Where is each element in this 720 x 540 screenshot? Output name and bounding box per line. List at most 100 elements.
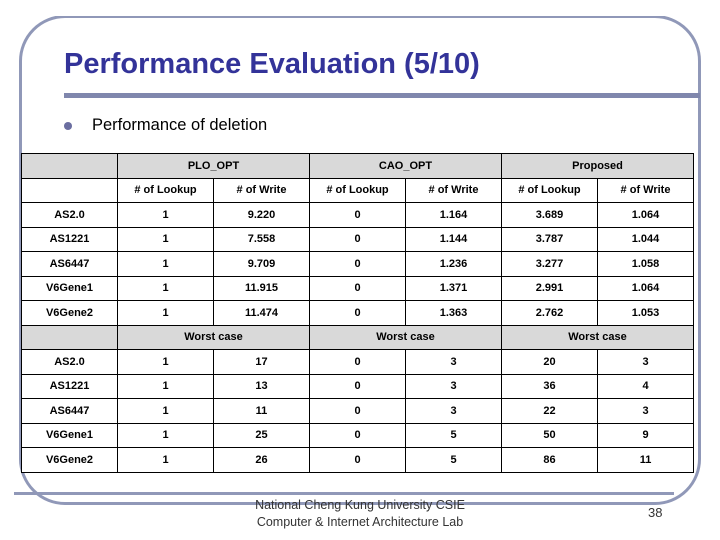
cell-value: 11 — [213, 398, 310, 424]
subheader-cao-write: # of Write — [405, 177, 502, 203]
table-row: AS6447 1 11 0 3 22 3 — [21, 398, 695, 424]
cell-value: 1.144 — [405, 226, 502, 252]
cell-value: 1 — [117, 373, 214, 399]
cell-value: 1.064 — [596, 202, 695, 228]
cell-value: 1 — [117, 349, 214, 375]
group-header-proposed: Proposed — [500, 153, 695, 179]
page-number: 38 — [648, 505, 663, 520]
cell-value: 9.220 — [213, 202, 310, 228]
table-row: AS2.0 1 17 0 3 20 3 — [21, 349, 695, 375]
row-label: V6Gene2 — [21, 447, 118, 473]
table-group-header-row: PLO_OPT CAO_OPT Proposed — [21, 153, 695, 179]
cell-value: 1 — [117, 447, 214, 473]
table-row: AS2.0 1 9.220 0 1.164 3.689 1.064 — [21, 202, 695, 228]
cell-value: 9 — [596, 422, 695, 448]
cell-value: 5 — [405, 447, 502, 473]
cell-value: 0 — [309, 251, 406, 277]
cell-value: 9.709 — [213, 251, 310, 277]
bullet-item-label: Performance of deletion — [92, 116, 268, 134]
table-row: AS1221 1 13 0 3 36 4 — [21, 373, 695, 399]
cell-value: 1.363 — [405, 300, 502, 326]
cell-value: 7.558 — [213, 226, 310, 252]
cell-value: 2.991 — [501, 275, 598, 301]
table-row: V6Gene1 1 11.915 0 1.371 2.991 1.064 — [21, 275, 695, 301]
page-title: Performance Evaluation (5/10) — [64, 48, 480, 80]
cell-value: 1.371 — [405, 275, 502, 301]
frame-mask-top — [0, 0, 720, 16]
cell-value: 0 — [309, 398, 406, 424]
cell-value: 11.915 — [213, 275, 310, 301]
row-label: AS6447 — [21, 251, 118, 277]
cell-value: 3 — [596, 398, 695, 424]
worst-case-corner-cell — [21, 324, 118, 350]
cell-value: 1.044 — [596, 226, 695, 252]
cell-value: 3 — [405, 398, 502, 424]
table-row: V6Gene2 1 26 0 5 86 11 — [21, 447, 695, 473]
cell-value: 20 — [501, 349, 598, 375]
cell-value: 1 — [117, 202, 214, 228]
cell-value: 2.762 — [501, 300, 598, 326]
worst-case-label-cao: Worst case — [309, 324, 502, 350]
row-label: AS2.0 — [21, 349, 118, 375]
row-label: V6Gene2 — [21, 300, 118, 326]
cell-value: 0 — [309, 300, 406, 326]
subheader-proposed-lookup: # of Lookup — [501, 177, 598, 203]
footer-rule — [14, 492, 674, 495]
bullet-item: Performance of deletion — [64, 116, 267, 135]
table-row: AS6447 1 9.709 0 1.236 3.277 1.058 — [21, 251, 695, 277]
frame-mask-right — [703, 0, 720, 540]
worst-case-separator-row: Worst case Worst case Worst case — [21, 324, 695, 350]
row-label: V6Gene1 — [21, 422, 118, 448]
row-label: AS1221 — [21, 226, 118, 252]
cell-value: 4 — [596, 373, 695, 399]
cell-value: 1.058 — [596, 251, 695, 277]
cell-value: 1 — [117, 300, 214, 326]
row-label: V6Gene1 — [21, 275, 118, 301]
cell-value: 1.164 — [405, 202, 502, 228]
footer-line-1: National Cheng Kung University CSIE — [255, 498, 465, 512]
cell-value: 26 — [213, 447, 310, 473]
cell-value: 0 — [309, 202, 406, 228]
cell-value: 3.787 — [501, 226, 598, 252]
cell-value: 1 — [117, 226, 214, 252]
cell-value: 0 — [309, 275, 406, 301]
cell-value: 25 — [213, 422, 310, 448]
table-row: AS1221 1 7.558 0 1.144 3.787 1.044 — [21, 226, 695, 252]
cell-value: 1.064 — [596, 275, 695, 301]
cell-value: 0 — [309, 226, 406, 252]
row-label: AS6447 — [21, 398, 118, 424]
footer-line-2: Computer & Internet Architecture Lab — [256, 515, 464, 529]
cell-value: 3.277 — [501, 251, 598, 277]
cell-value: 86 — [501, 447, 598, 473]
cell-value: 1 — [117, 275, 214, 301]
slide-footer: National Cheng Kung University CSIE Comp… — [0, 497, 720, 531]
cell-value: 0 — [309, 349, 406, 375]
cell-value: 11.474 — [213, 300, 310, 326]
cell-value: 0 — [309, 447, 406, 473]
performance-table: PLO_OPT CAO_OPT Proposed # of Lookup # o… — [21, 153, 695, 473]
cell-value: 3 — [405, 373, 502, 399]
cell-value: 3.689 — [501, 202, 598, 228]
subheader-plo-lookup: # of Lookup — [117, 177, 214, 203]
cell-value: 3 — [596, 349, 695, 375]
row-label: AS2.0 — [21, 202, 118, 228]
cell-value: 11 — [596, 447, 695, 473]
cell-value: 1.053 — [596, 300, 695, 326]
subheader-corner-cell — [21, 177, 118, 203]
cell-value: 36 — [501, 373, 598, 399]
table-row: V6Gene2 1 11.474 0 1.363 2.762 1.053 — [21, 300, 695, 326]
title-underline-rule — [64, 93, 700, 98]
cell-value: 1 — [117, 251, 214, 277]
cell-value: 1 — [117, 422, 214, 448]
table-corner-cell — [21, 153, 118, 179]
cell-value: 3 — [405, 349, 502, 375]
group-header-plo-opt: PLO_OPT — [117, 153, 310, 179]
subheader-plo-write: # of Write — [213, 177, 310, 203]
cell-value: 50 — [501, 422, 598, 448]
cell-value: 0 — [309, 422, 406, 448]
subheader-proposed-write: # of Write — [596, 177, 695, 203]
worst-case-label-proposed: Worst case — [500, 324, 695, 350]
cell-value: 1.236 — [405, 251, 502, 277]
cell-value: 17 — [213, 349, 310, 375]
worst-case-label-plo: Worst case — [117, 324, 310, 350]
